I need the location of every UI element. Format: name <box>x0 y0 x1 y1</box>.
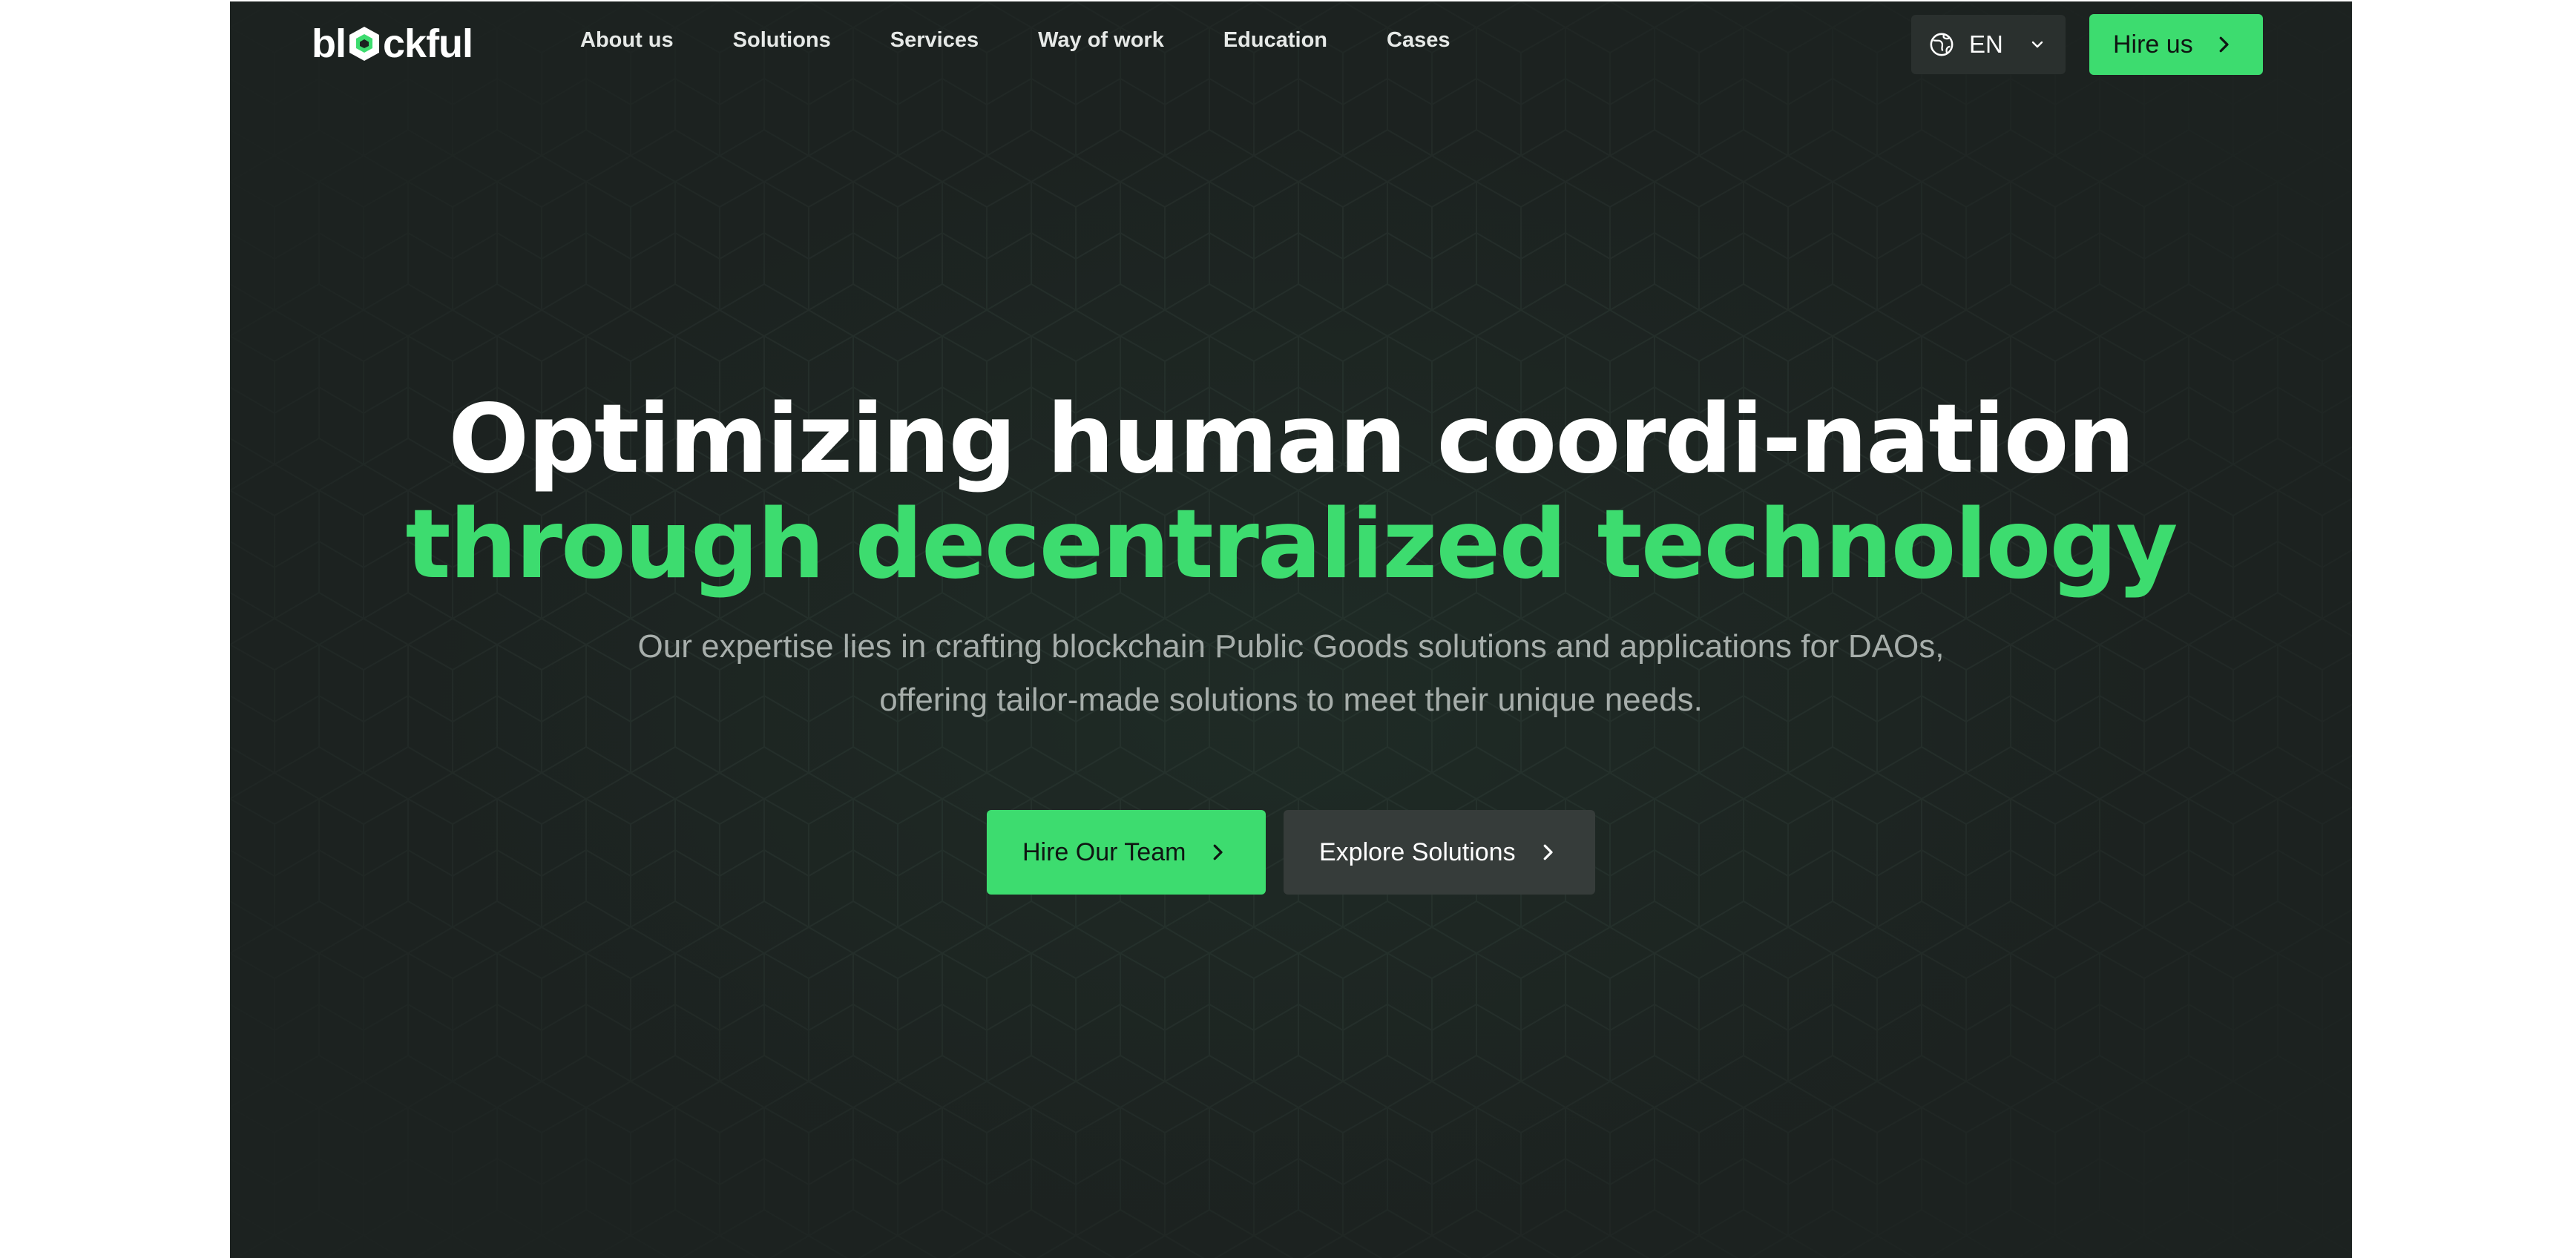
blockful-logo[interactable]: bl ckful <box>312 22 473 66</box>
explore-solutions-button[interactable]: Explore Solutions <box>1284 810 1595 895</box>
chevron-down-icon <box>2031 41 2043 48</box>
hero-section: Optimizing human coordi-nation through d… <box>230 387 2352 727</box>
page-frame: bl ckful About us Solutions Services Way… <box>230 1 2352 1258</box>
globe-icon <box>1930 33 1954 56</box>
nav-item-way-of-work[interactable]: Way of work <box>1038 28 1164 53</box>
nav-item-about-us[interactable]: About us <box>580 28 674 53</box>
chevron-right-icon <box>1214 844 1223 860</box>
cube-logo-icon <box>349 27 379 61</box>
hero-headline-line1: Optimizing human coordi-nation <box>448 384 2135 495</box>
hero-subtitle: Our expertise lies in crafting blockchai… <box>230 620 2352 727</box>
explore-solutions-label: Explore Solutions <box>1319 837 1516 866</box>
nav-item-education[interactable]: Education <box>1223 28 1327 53</box>
chevron-right-icon <box>2219 36 2229 53</box>
top-navigation: bl ckful About us Solutions Services Way… <box>230 1 2352 86</box>
hire-our-team-button[interactable]: Hire Our Team <box>987 810 1266 895</box>
logo-text-right: ckful <box>383 22 473 66</box>
chevron-right-icon <box>1543 844 1553 860</box>
language-selector[interactable]: EN <box>1911 15 2066 74</box>
nav-item-services[interactable]: Services <box>890 28 979 53</box>
hero-headline-line2: through decentralized technology <box>405 490 2178 600</box>
nav-item-solutions[interactable]: Solutions <box>733 28 831 53</box>
hire-us-label: Hire us <box>2113 30 2193 59</box>
hero-subtitle-line1: Our expertise lies in crafting blockchai… <box>637 628 1945 665</box>
hire-our-team-label: Hire Our Team <box>1022 837 1186 866</box>
logo-text-left: bl <box>312 22 346 66</box>
language-label: EN <box>1969 30 2003 58</box>
nav-item-cases[interactable]: Cases <box>1387 28 1450 53</box>
nav-links: About us Solutions Services Way of work … <box>580 28 1509 53</box>
hero-cta-group: Hire Our Team Explore Solutions <box>230 810 2352 895</box>
hero-subtitle-line2: offering tailor-made solutions to meet t… <box>879 682 1703 718</box>
hire-us-button[interactable]: Hire us <box>2089 14 2263 75</box>
